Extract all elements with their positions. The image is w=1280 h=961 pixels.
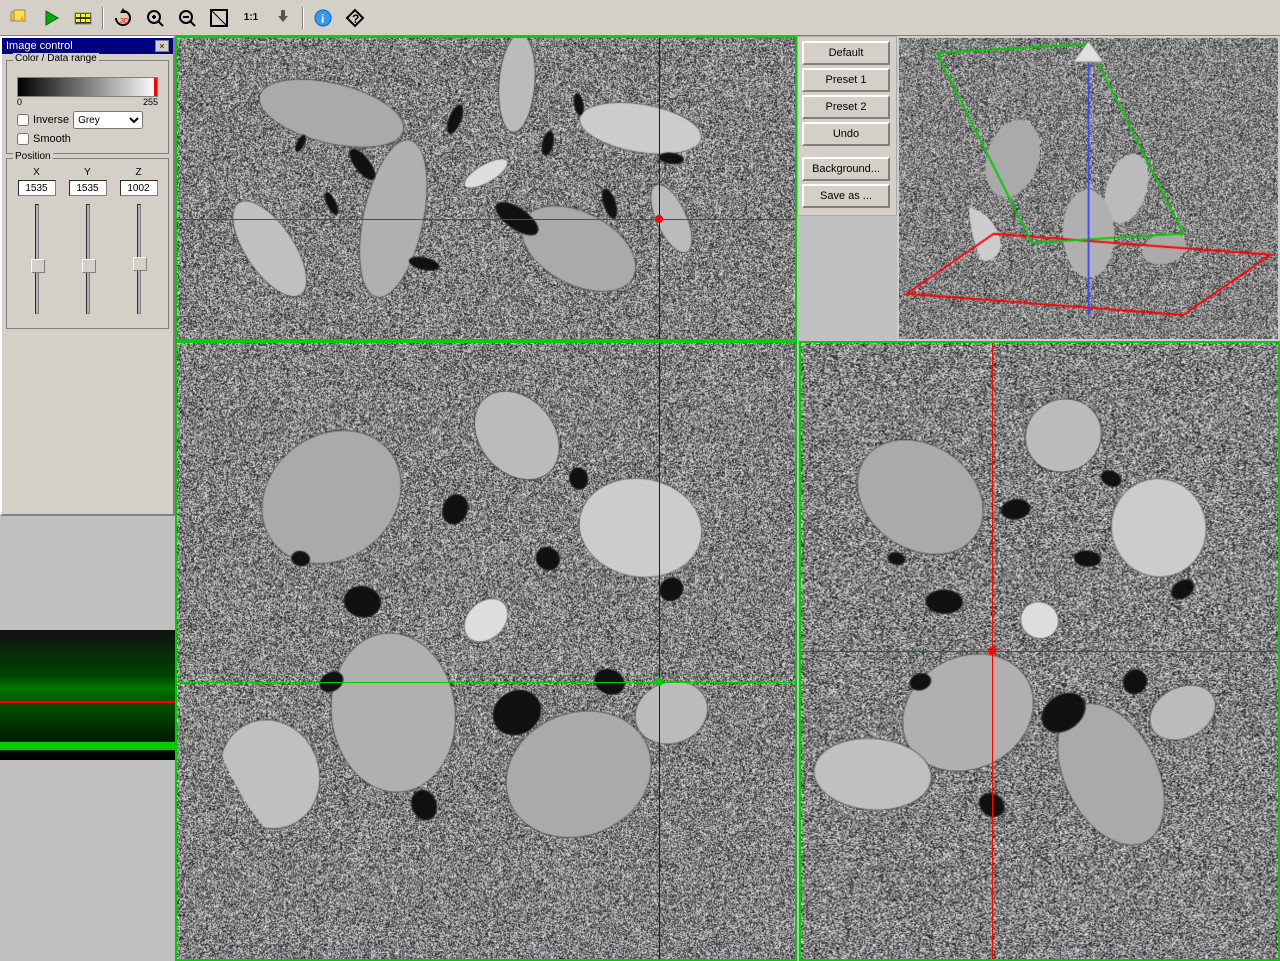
xy-crosshair-dot (655, 215, 663, 223)
image-preview (0, 630, 175, 760)
gradient-min: 0 (17, 97, 22, 107)
x-slider-thumb (31, 259, 45, 273)
xyz-headers: X Y Z (11, 167, 164, 178)
colormap-select[interactable]: Grey Hot Cool Jet (73, 111, 143, 129)
x-input[interactable] (18, 180, 56, 196)
main-viewport: Default Preset 1 Preset 2 Undo Backgroun… (175, 36, 1280, 961)
y-header: Y (68, 167, 108, 178)
gradient-red-marker (154, 78, 157, 96)
gradient-max: 255 (143, 97, 158, 107)
toolbar-sep-1 (102, 7, 104, 29)
toolbar-btn-info[interactable]: i (308, 4, 338, 32)
undo-btn[interactable]: Undo (802, 122, 890, 146)
toolbar-btn-1[interactable] (4, 4, 34, 32)
position-section-label: Position (13, 151, 53, 162)
preview-canvas (0, 630, 175, 760)
preview-green-bar (0, 742, 175, 750)
xz-crosshair-dot (655, 678, 663, 686)
xy-crosshair-h (177, 219, 795, 220)
toolbar-btn-zoom-out[interactable] (172, 4, 202, 32)
y-slider[interactable] (80, 204, 96, 314)
preset2-btn[interactable]: Preset 2 (802, 95, 890, 119)
xz-crosshair-v (659, 343, 660, 959)
color-gradient (17, 77, 158, 97)
toolbar-btn-1to1[interactable]: 1:1 (236, 4, 266, 32)
x-slider[interactable] (29, 204, 45, 314)
zoom-label: 1:1 (244, 12, 258, 23)
xz-view[interactable] (175, 341, 797, 961)
preset1-btn[interactable]: Preset 1 (802, 68, 890, 92)
canvas-3d (899, 38, 1278, 339)
inverse-row: Inverse Grey Hot Cool Jet (17, 111, 158, 129)
color-section-label: Color / Data range (13, 53, 99, 64)
xz-crosshair-h (177, 682, 795, 683)
inverse-label: Inverse (33, 114, 69, 126)
panel-title-bar: Image control × (2, 38, 173, 54)
bottom-views-row (175, 341, 1280, 961)
sliders-row (11, 200, 164, 320)
smooth-checkbox[interactable] (17, 133, 29, 145)
xy-crosshair-v (659, 38, 660, 339)
preview-red-line (0, 702, 175, 703)
inverse-checkbox[interactable] (17, 114, 29, 126)
z-slider-thumb (133, 257, 147, 271)
smooth-label: Smooth (33, 133, 71, 145)
default-btn[interactable]: Default (802, 41, 890, 65)
y-slider-track (86, 204, 90, 314)
top-views-row (175, 36, 1280, 341)
z-header: Z (119, 167, 159, 178)
yz-crosshair-h (801, 651, 1278, 652)
background-btn[interactable]: Background... (802, 157, 890, 181)
toolbar-btn-pan[interactable] (268, 4, 298, 32)
xz-canvas (177, 343, 795, 959)
svg-text:?: ? (352, 12, 359, 26)
x-header: X (17, 167, 57, 178)
xy-view[interactable] (175, 36, 797, 341)
image-control-panel: Image control × Color / Data range 0 255… (0, 36, 175, 516)
preset-panel: Default Preset 1 Preset 2 Undo Backgroun… (797, 36, 897, 216)
toolbar-sep-2 (302, 7, 304, 29)
toolbar-btn-fit[interactable] (204, 4, 234, 32)
panel-title: Image control (6, 40, 73, 52)
yz-crosshair-dot (988, 647, 996, 655)
z-slider[interactable] (131, 204, 147, 314)
z-slider-track (137, 204, 141, 314)
toolbar: 3D 1:1 i (0, 0, 1280, 36)
xy-canvas (177, 38, 795, 339)
preview-inner (0, 630, 175, 760)
gradient-labels: 0 255 (17, 97, 158, 107)
toolbar-btn-play[interactable] (36, 4, 66, 32)
x-slider-track (35, 204, 39, 314)
panel-close-btn[interactable]: × (155, 40, 169, 52)
save-as-btn[interactable]: Save as ... (802, 184, 890, 208)
z-input[interactable] (120, 180, 158, 196)
view-3d[interactable] (897, 36, 1280, 341)
toolbar-btn-zoom-in[interactable] (140, 4, 170, 32)
svg-text:i: i (321, 12, 324, 26)
toolbar-btn-help[interactable]: ? (340, 4, 370, 32)
toolbar-btn-movie[interactable] (68, 4, 98, 32)
toolbar-btn-rotate[interactable]: 3D (108, 4, 138, 32)
y-input[interactable] (69, 180, 107, 196)
yz-view[interactable] (799, 341, 1280, 961)
position-section: Position X Y Z (6, 158, 169, 329)
xyz-values (11, 180, 164, 196)
svg-text:3D: 3D (120, 18, 129, 25)
smooth-row: Smooth (17, 133, 158, 145)
y-slider-thumb (82, 259, 96, 273)
